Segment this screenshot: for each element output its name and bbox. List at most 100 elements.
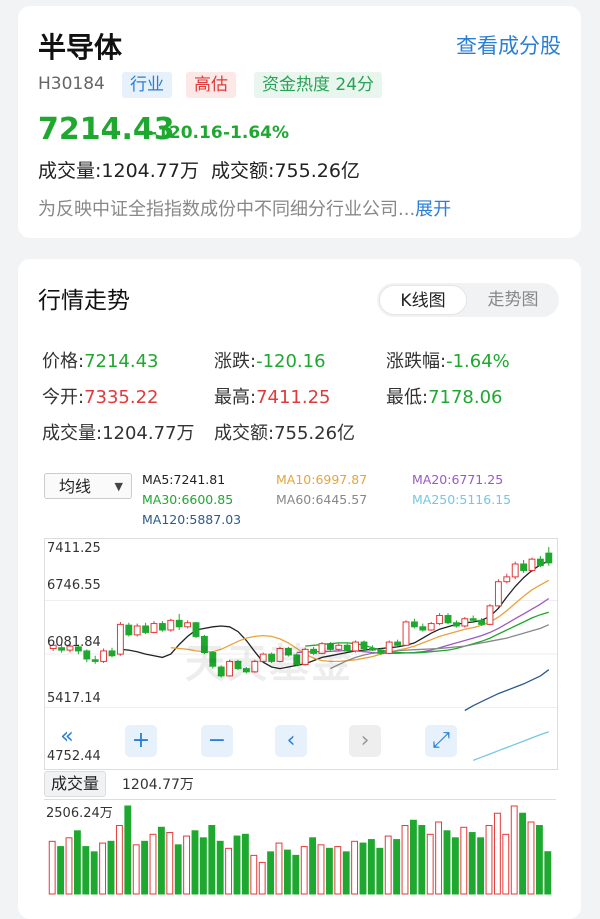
fullscreen-button[interactable]: ⤢ [425, 725, 457, 757]
volume-bar [510, 805, 518, 895]
chart-type-switch: K线图 走势图 [377, 283, 559, 317]
volume-bar [208, 825, 216, 895]
volume-bar [225, 847, 233, 895]
y-tick-label: 5417.14 [47, 691, 101, 706]
volume-bar [342, 851, 350, 895]
ma60-legend: MA60:6445.57 [276, 492, 368, 507]
kline-chart[interactable]: 天天基金 7411.25 6746.55 6081.84 5417.14 475… [44, 538, 558, 770]
candle-body [436, 615, 444, 625]
candle-body [83, 650, 91, 660]
ma20-legend: MA20:6771.25 [412, 472, 504, 487]
volume-bar [535, 825, 543, 895]
volume-bar [426, 833, 434, 895]
volume-bar [418, 825, 426, 895]
watermark: 天天基金 [185, 641, 353, 687]
volume-bar [250, 854, 258, 895]
stat-value: 1204.77万 [102, 423, 195, 444]
volume-bar [359, 842, 367, 895]
market-trend-card: 行情走势 K线图 走势图 价格:7214.43 涨跌:-120.16 涨跌幅:-… [18, 259, 581, 919]
volume-bar [309, 837, 317, 895]
scroll-left-fast-button[interactable]: « [51, 721, 83, 753]
stat-change: 涨跌:-120.16 [214, 347, 326, 373]
scroll-left-button[interactable]: ‹ [275, 725, 307, 757]
stat-label: 涨跌幅: [386, 351, 447, 372]
y-tick-label: 6746.55 [47, 578, 101, 593]
candle-body [360, 641, 368, 650]
volume-bar [519, 812, 527, 895]
volume-bar [544, 851, 552, 895]
zoom-in-button[interactable]: + [125, 725, 157, 757]
volume-bar [300, 846, 308, 895]
candle-body [503, 576, 511, 583]
volume-bar [199, 837, 207, 895]
volume-bar [183, 835, 191, 895]
candle-body [167, 619, 175, 631]
candle-body [175, 619, 183, 628]
volume-chart[interactable]: 2506.24万 [44, 799, 556, 896]
volume-bar [351, 840, 359, 895]
candle-body [116, 623, 124, 655]
stat-label: 价格: [42, 351, 85, 372]
volume-bar [477, 837, 485, 895]
expand-link[interactable]: 展开 [415, 199, 451, 220]
stat-label: 涨跌: [214, 351, 257, 372]
candle-body [100, 650, 108, 662]
volume-bar [443, 830, 451, 895]
volume-bar [401, 825, 409, 895]
tag-fund-heat[interactable]: 资金热度 24分 [254, 72, 383, 98]
index-title: 半导体 [38, 31, 123, 64]
volume-bar [107, 840, 115, 895]
candle-body [368, 648, 376, 651]
ma250-line [472, 731, 550, 762]
candle-body [410, 621, 418, 628]
candle-body [469, 618, 477, 621]
candle-body [385, 641, 393, 654]
volume-bar [157, 826, 165, 895]
volume-bar [90, 851, 98, 895]
volume-bar [216, 840, 224, 895]
volume-bar [468, 832, 476, 895]
view-constituents-link[interactable]: 查看成分股 [456, 30, 561, 60]
volume-bar [435, 821, 443, 895]
tag-valuation[interactable]: 高估 [186, 72, 236, 98]
tab-kline[interactable]: K线图 [379, 285, 467, 315]
tab-trend[interactable]: 走势图 [469, 285, 557, 315]
candle-body [494, 581, 502, 607]
candle-body [108, 650, 116, 657]
zoom-out-button[interactable]: − [201, 725, 233, 757]
candle-body [461, 618, 469, 627]
ma-select[interactable]: 均线 ▼ [44, 473, 132, 499]
stat-change-pct: 涨跌幅:-1.64% [386, 347, 510, 373]
ma30-legend: MA30:6600.85 [142, 492, 234, 507]
candle-body [133, 625, 141, 636]
candle-body [125, 624, 133, 636]
volume-bar [460, 826, 468, 895]
volume-bar [527, 821, 535, 895]
y-tick-label: 7411.25 [47, 541, 101, 556]
stat-label: 今开: [42, 387, 85, 408]
ma-select-value: 均线 [59, 477, 92, 496]
volume-bar [258, 861, 266, 895]
tag-industry[interactable]: 行业 [122, 72, 172, 98]
stat-value: -1.64% [446, 351, 510, 372]
stat-turnover: 成交额:755.26亿 [214, 419, 355, 445]
candle-body [427, 623, 435, 631]
candle-body [452, 622, 460, 627]
volume-bar [317, 844, 325, 895]
volume-indicator-tag[interactable]: 成交量 [44, 771, 107, 797]
ma10-legend: MA10:6997.87 [276, 472, 368, 487]
candle-body [377, 649, 385, 654]
volume-indicator-value: 1204.77万 [122, 777, 194, 793]
candle-body [150, 623, 158, 633]
stat-value: -120.16 [256, 351, 326, 372]
volume-bar [124, 805, 132, 895]
ma5-legend: MA5:7241.81 [142, 472, 226, 487]
candle-body [478, 619, 486, 625]
stat-value: 7335.22 [84, 387, 159, 408]
volume-bar [384, 835, 392, 895]
scroll-right-button[interactable]: › [349, 725, 381, 757]
volume-bar [73, 830, 81, 895]
dropdown-caret-icon: ▼ [114, 480, 123, 493]
candle-body [520, 563, 528, 571]
candle-body [142, 625, 150, 633]
